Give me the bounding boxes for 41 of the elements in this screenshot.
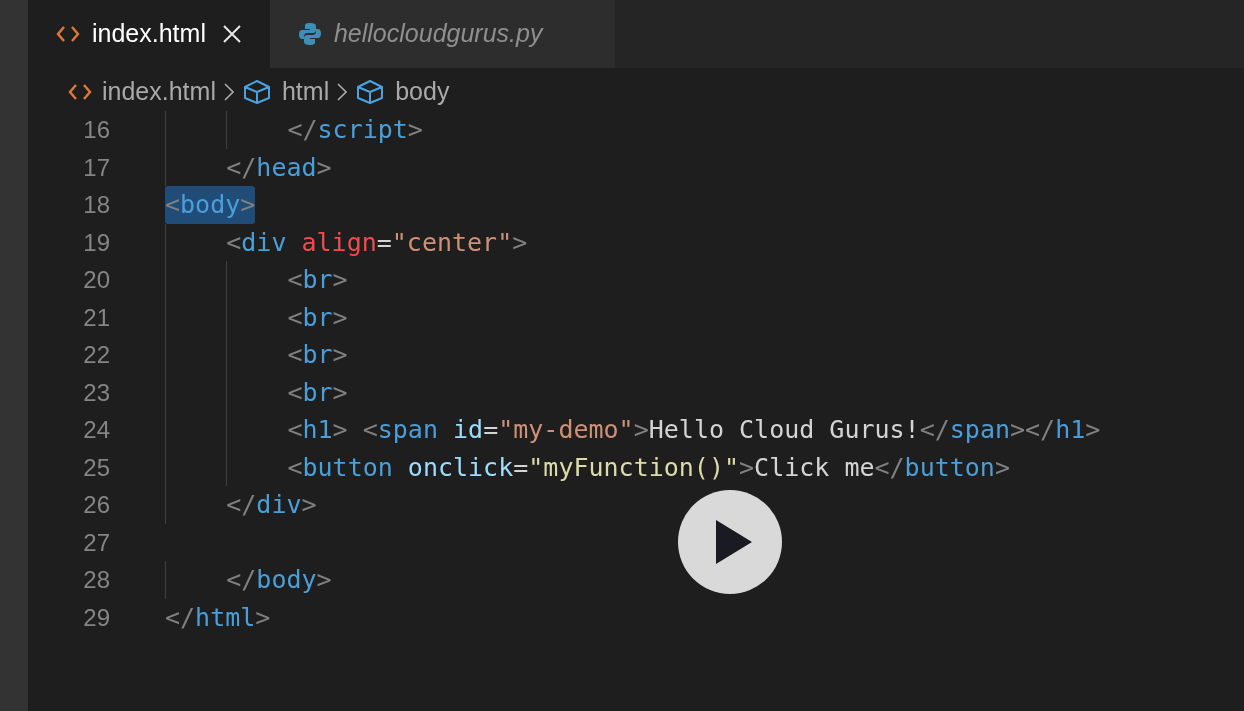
line-number: 23 bbox=[82, 377, 110, 408]
cube-icon bbox=[241, 78, 272, 105]
chevron-icon bbox=[337, 82, 348, 101]
line-number: 22 bbox=[82, 340, 110, 370]
line-number: 24 bbox=[82, 415, 110, 445]
breadcrumb-item[interactable]: body bbox=[395, 72, 450, 111]
line-number: 27 bbox=[82, 527, 110, 558]
code-line: <br> bbox=[165, 373, 348, 411]
play-icon bbox=[716, 520, 752, 564]
code-line: <br> bbox=[165, 336, 348, 374]
line-number: 28 bbox=[82, 565, 110, 595]
line-number: 26 bbox=[82, 490, 110, 520]
code-line: <button onclick="myFunction()">Click me</button> bbox=[165, 448, 1010, 486]
tab-label: index.html bbox=[92, 18, 206, 50]
line-number: 25 bbox=[82, 452, 110, 483]
code-line: </body> bbox=[165, 561, 332, 599]
code-line: </div> bbox=[165, 486, 317, 524]
tab-label: hellocloudgurus.py bbox=[333, 18, 543, 50]
line-number: 20 bbox=[82, 265, 110, 295]
line-number: 18 bbox=[82, 190, 110, 220]
code-line: <h1> <span id="my-demo">Hello Cloud Gurus!</span></h1> bbox=[165, 411, 1101, 449]
breadcrumb-item[interactable]: html bbox=[281, 72, 330, 111]
cube-icon bbox=[355, 78, 386, 105]
editor-tab[interactable]: hellocloudgurus.py bbox=[269, 0, 615, 68]
code-line: </html> bbox=[165, 601, 271, 634]
python-icon bbox=[297, 22, 322, 46]
breadcrumb-item[interactable]: index.html bbox=[102, 72, 216, 111]
editor-tab[interactable]: index.html bbox=[28, 0, 270, 68]
line-number: 17 bbox=[82, 152, 110, 183]
code-brackets-icon bbox=[68, 82, 92, 101]
line-number: 21 bbox=[82, 302, 110, 333]
line-number: 19 bbox=[82, 227, 110, 258]
code-line: <br> bbox=[165, 298, 348, 336]
line-number: 29 bbox=[82, 602, 110, 633]
code-line: <div align="center"> bbox=[165, 223, 528, 261]
close-icon[interactable] bbox=[221, 24, 242, 44]
code-brackets-icon bbox=[56, 25, 80, 43]
chevron-icon bbox=[223, 82, 234, 101]
code-line: </script> bbox=[165, 111, 423, 149]
code-line: <br> bbox=[165, 261, 348, 299]
line-number: 16 bbox=[82, 115, 110, 145]
